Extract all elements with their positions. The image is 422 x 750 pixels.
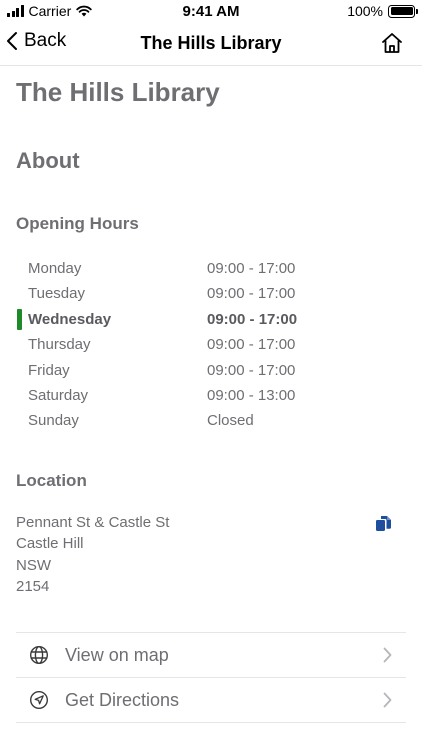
status-right: 100% bbox=[347, 3, 418, 19]
location-heading: Location bbox=[16, 471, 87, 490]
back-button[interactable]: Back bbox=[6, 30, 66, 52]
address-line: Pennant St & Castle St bbox=[16, 514, 170, 531]
hours-value: 09:00 - 17:00 bbox=[207, 260, 296, 277]
hours-value: Closed bbox=[207, 412, 254, 430]
hours-value: 09:00 - 17:00 bbox=[207, 285, 296, 303]
day-label: Monday bbox=[28, 260, 82, 277]
hours-row-monday: Monday 09:00 - 17:00 bbox=[0, 256, 422, 281]
day-label: Tuesday bbox=[28, 285, 85, 303]
hours-row-saturday: Saturday 09:00 - 13:00 bbox=[0, 383, 422, 408]
get-directions-label: Get Directions bbox=[65, 690, 180, 710]
day-label: Thursday bbox=[28, 336, 91, 354]
address-line: 2154 bbox=[16, 577, 50, 595]
navigation-arrow-icon bbox=[29, 690, 49, 710]
hours-value: 09:00 - 13:00 bbox=[207, 386, 296, 404]
view-on-map-button[interactable]: View on map bbox=[16, 633, 406, 678]
chevron-right-icon bbox=[383, 647, 392, 663]
chevron-left-icon bbox=[7, 32, 17, 50]
address: Pennant St & Castle St Castle Hill NSW 2… bbox=[16, 512, 169, 597]
day-label: Wednesday bbox=[28, 310, 112, 328]
hours-row-friday: Friday 09:00 - 17:00 bbox=[0, 358, 422, 383]
hours-value: 09:00 - 17:00 bbox=[207, 310, 298, 328]
day-label: Saturday bbox=[28, 386, 89, 404]
today-marker bbox=[17, 308, 22, 330]
about-heading: About bbox=[16, 148, 80, 173]
home-button[interactable] bbox=[380, 31, 404, 60]
hours-row-tuesday: Tuesday 09:00 - 17:00 bbox=[0, 281, 422, 306]
hours-value: 09:00 - 17:00 bbox=[207, 336, 296, 354]
address-line: Castle Hill bbox=[16, 535, 84, 553]
hours-row-thursday: Thursday 09:00 - 17:00 bbox=[0, 332, 422, 357]
battery-icon bbox=[388, 4, 418, 18]
battery-level bbox=[390, 7, 413, 15]
day-label: Sunday bbox=[28, 412, 79, 430]
address-line: NSW bbox=[16, 556, 51, 574]
copy-icon bbox=[376, 516, 391, 531]
page-title: The Hills Library bbox=[16, 77, 220, 107]
view-on-map-label: View on map bbox=[65, 645, 169, 665]
globe-icon bbox=[29, 645, 49, 665]
status-bar: Carrier 9:41 AM 100% bbox=[0, 0, 422, 24]
home-icon bbox=[382, 33, 402, 53]
opening-hours-heading: Opening Hours bbox=[16, 214, 139, 233]
get-directions-button[interactable]: Get Directions bbox=[16, 678, 406, 723]
navigation-bar: Back The Hills Library bbox=[0, 24, 422, 66]
copy-address-button[interactable] bbox=[375, 515, 392, 537]
hours-row-wednesday: Wednesday 09:00 - 17:00 bbox=[0, 307, 422, 332]
hours-value: 09:00 - 17:00 bbox=[207, 361, 296, 379]
hours-row-sunday: Sunday Closed bbox=[0, 408, 422, 433]
day-label: Friday bbox=[28, 361, 70, 379]
chevron-right-icon bbox=[383, 692, 392, 708]
back-label: Back bbox=[24, 30, 67, 51]
action-list: View on map Get Directions bbox=[16, 632, 406, 723]
opening-hours-list: Monday 09:00 - 17:00 Tuesday 09:00 - 17:… bbox=[0, 256, 422, 434]
battery-percent: 100% bbox=[347, 3, 383, 19]
